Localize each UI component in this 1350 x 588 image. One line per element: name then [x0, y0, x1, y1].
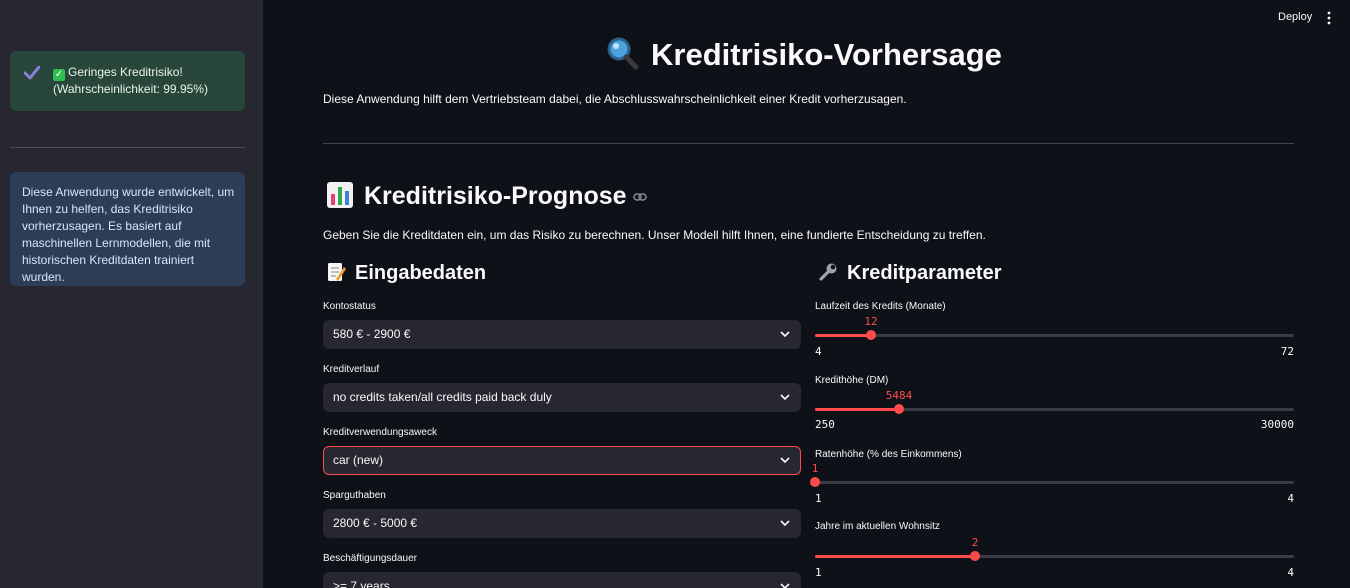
- slider-min-ratenhoehe: 1: [815, 492, 822, 505]
- success-alert: ✓ Geringes Kreditrisiko! (Wahrscheinlichk…: [10, 51, 245, 111]
- select-kreditverlauf[interactable]: no credits taken/all credits paid back d…: [323, 383, 801, 412]
- deploy-button[interactable]: Deploy: [1278, 11, 1312, 23]
- section-heading: Kreditrisiko-Prognose: [326, 181, 647, 211]
- field-label-verwendungszweck: Kreditverwendungsaweck: [323, 427, 437, 438]
- slider-value-ratenhoehe: 1: [811, 462, 819, 475]
- select-value: >= 7 years: [333, 579, 390, 588]
- sidebar: ✓ Geringes Kreditrisiko! (Wahrscheinlichk…: [0, 0, 263, 588]
- success-text: Geringes Kreditrisiko!: [68, 65, 183, 79]
- success-line-1: ✓ Geringes Kreditrisiko!: [53, 64, 235, 81]
- section-heading-text: Kreditrisiko-Prognose: [364, 182, 627, 210]
- intro-text: Diese Anwendung hilft dem Vertriebsteam …: [323, 92, 907, 106]
- slider-min-laufzeit: 4: [815, 345, 822, 358]
- select-value: 580 € - 2900 €: [333, 327, 411, 341]
- checkmark-icon: [24, 66, 40, 80]
- chevron-down-icon: [780, 583, 790, 588]
- slider-ratenhoehe[interactable]: [810, 477, 1294, 487]
- slider-max-ratenhoehe: 4: [1287, 492, 1294, 505]
- slider-thumb[interactable]: [810, 477, 820, 487]
- more-menu-icon[interactable]: [1325, 11, 1333, 25]
- slider-max-kredithoehe: 30000: [1260, 418, 1294, 431]
- slider-label-wohnsitz: Jahre im aktuellen Wohnsitz: [815, 521, 940, 532]
- slider-label-kredithoehe: Kredithöhe (DM): [815, 375, 889, 386]
- success-line-2: (Wahrscheinlichkeit: 99.95%): [53, 82, 208, 96]
- credit-params-heading: Kreditparameter: [818, 262, 1002, 285]
- link-icon[interactable]: [632, 192, 647, 202]
- select-sparguthaben[interactable]: 2800 € - 5000 €: [323, 509, 801, 538]
- select-value: 2800 € - 5000 €: [333, 516, 418, 530]
- field-label-kreditverlauf: Kreditverlauf: [323, 364, 380, 375]
- slider-wohnsitz[interactable]: [815, 551, 1294, 561]
- slider-max-laufzeit: 72: [1280, 345, 1294, 358]
- slider-fill: [815, 334, 871, 337]
- field-label-sparguthaben: Sparguthaben: [323, 490, 386, 501]
- slider-fill: [815, 408, 899, 411]
- chevron-down-icon: [780, 394, 790, 401]
- magnifier-icon: [607, 37, 639, 70]
- slider-thumb[interactable]: [894, 404, 904, 414]
- slider-min-wohnsitz: 1: [815, 566, 822, 579]
- slider-value-kredithoehe: 5484: [885, 389, 913, 402]
- slider-value-laufzeit: 12: [864, 315, 878, 328]
- chevron-down-icon: [780, 520, 790, 527]
- select-kontostatus[interactable]: 580 € - 2900 €: [323, 320, 801, 349]
- select-value: no credits taken/all credits paid back d…: [333, 390, 552, 404]
- field-label-beschaeftigungsdauer: Beschäftigungsdauer: [323, 553, 417, 564]
- field-label-kontostatus: Kontostatus: [323, 301, 376, 312]
- info-alert: Diese Anwendung wurde entwickelt, um Ihn…: [10, 172, 245, 286]
- slider-thumb[interactable]: [866, 330, 876, 340]
- input-data-heading-text: Eingabedaten: [355, 262, 487, 284]
- slider-value-wohnsitz: 2: [971, 536, 979, 549]
- memo-icon: [328, 263, 346, 281]
- slider-fill: [815, 555, 975, 558]
- main-divider: [323, 143, 1294, 144]
- page-title: Kreditrisiko-Vorhersage: [605, 36, 1002, 76]
- slider-kredithoehe[interactable]: [815, 404, 1294, 414]
- slider-laufzeit[interactable]: [815, 330, 1294, 340]
- select-value: car (new): [333, 453, 384, 467]
- bar-chart-icon: [327, 182, 353, 208]
- check-emoji-icon: ✓: [53, 69, 65, 81]
- slider-max-wohnsitz: 4: [1287, 566, 1294, 579]
- wrench-icon: [819, 263, 837, 281]
- chevron-down-icon: [780, 457, 790, 464]
- slider-min-kredithoehe: 250: [815, 418, 835, 431]
- input-data-heading: Eingabedaten: [326, 262, 486, 285]
- section-subtitle: Geben Sie die Kreditdaten ein, um das Ri…: [323, 228, 986, 242]
- select-verwendungszweck[interactable]: car (new): [323, 446, 801, 475]
- slider-label-ratenhoehe: Ratenhöhe (% des Einkommens): [815, 449, 962, 460]
- page-title-text: Kreditrisiko-Vorhersage: [651, 37, 1002, 72]
- slider-label-laufzeit: Laufzeit des Kredits (Monate): [815, 301, 946, 312]
- sidebar-divider: [10, 147, 245, 148]
- credit-params-heading-text: Kreditparameter: [847, 262, 1002, 284]
- select-beschaeftigungsdauer[interactable]: >= 7 years: [323, 572, 801, 588]
- slider-thumb[interactable]: [970, 551, 980, 561]
- chevron-down-icon: [780, 331, 790, 338]
